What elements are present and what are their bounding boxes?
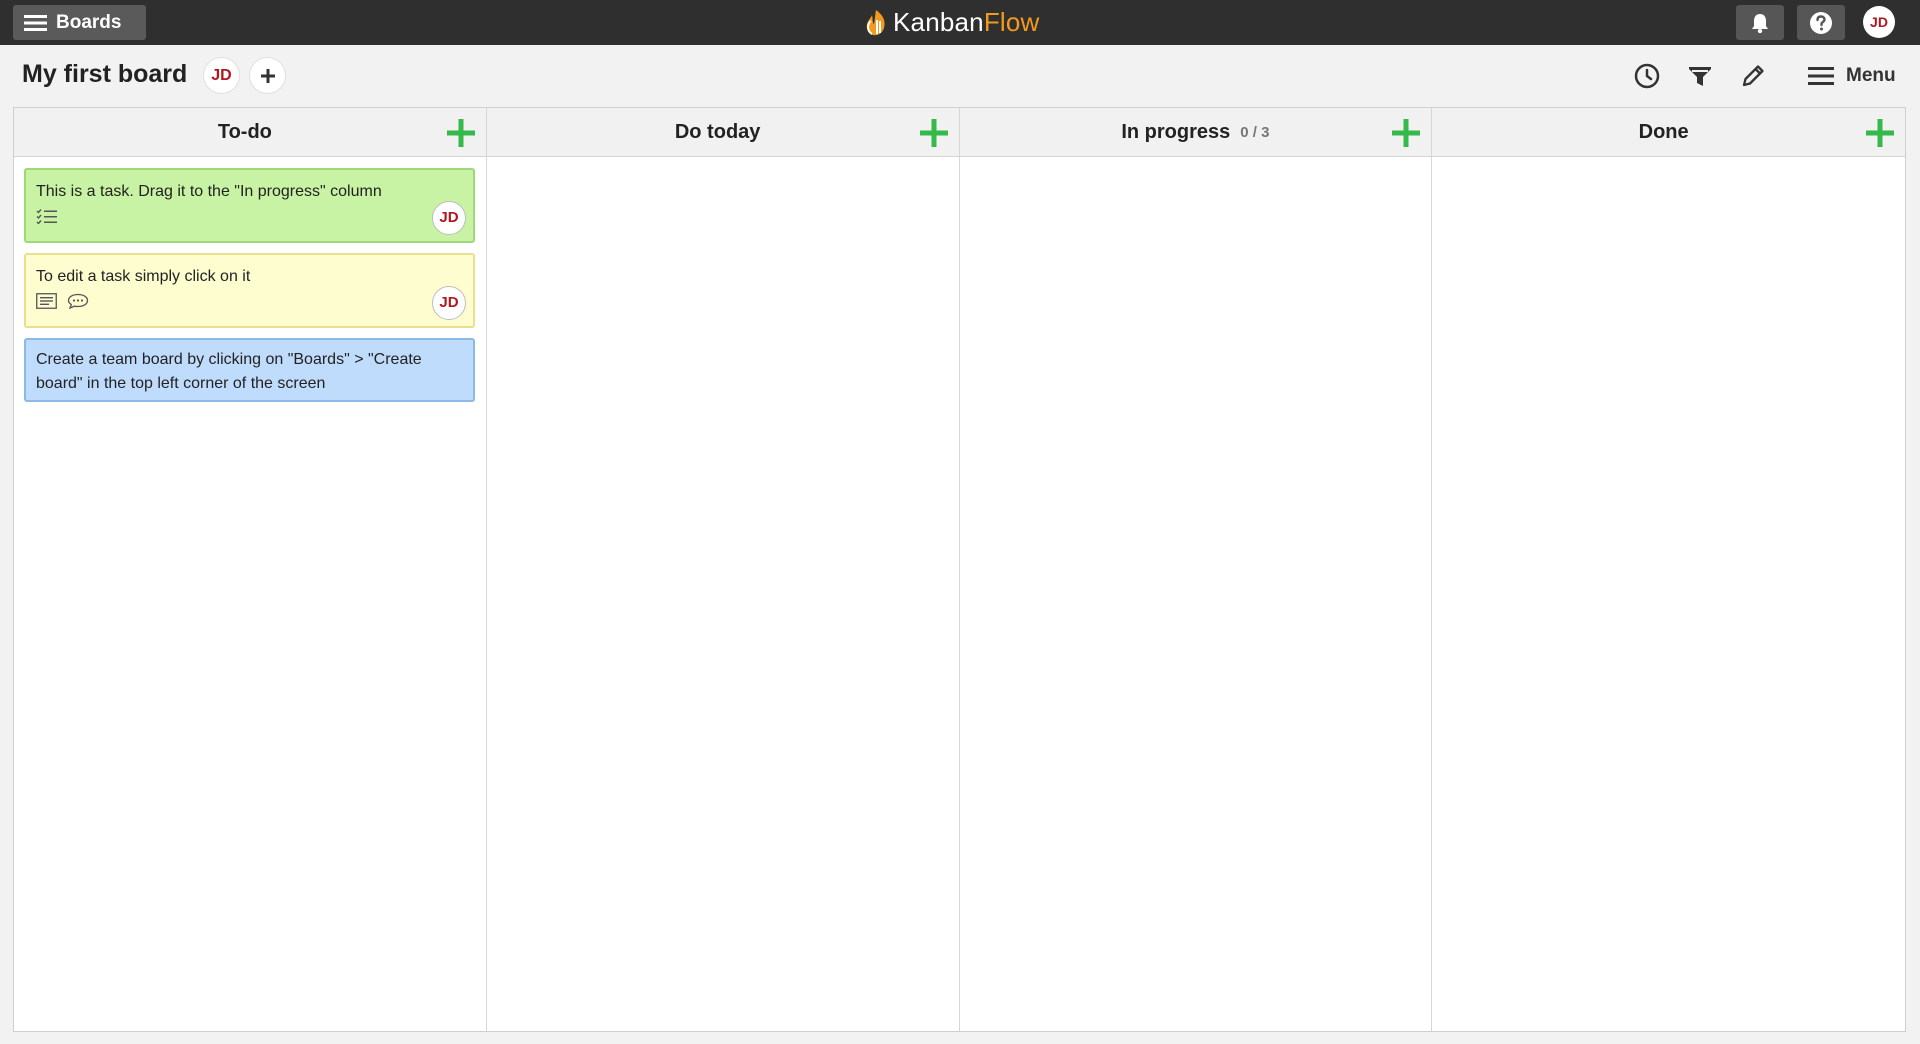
column-done[interactable]: Done [1432, 108, 1905, 1031]
top-bar: Boards Kanban Flow JD [0, 0, 1920, 45]
logo-text-kanban: Kanban [893, 7, 984, 37]
task-card[interactable]: Create a team board by clicking on "Boar… [24, 338, 475, 402]
task-icons [36, 206, 463, 226]
flame-icon [866, 9, 885, 35]
plus-icon [446, 119, 475, 147]
comment-icon [67, 293, 89, 309]
task-text: To edit a task simply click on it [36, 268, 251, 285]
add-task-button[interactable] [1391, 118, 1421, 148]
column-wip-limit: 0 / 3 [1240, 123, 1270, 141]
column-header: In progress 0 / 3 [959, 108, 1432, 157]
column-name[interactable]: Done [1639, 121, 1689, 144]
plus-icon [1866, 119, 1894, 147]
boards-button-label: Boards [56, 11, 122, 33]
add-task-button[interactable] [446, 118, 476, 148]
add-task-button[interactable] [919, 118, 949, 148]
logo-text-flow: Flow [983, 7, 1040, 37]
boards-button[interactable]: Boards [13, 5, 146, 40]
add-task-button[interactable] [1865, 118, 1895, 148]
column-name[interactable]: Do today [675, 121, 761, 144]
task-assignee-avatar[interactable]: JD [432, 286, 466, 320]
task-card[interactable]: To edit a task simply click on it JD [24, 253, 475, 328]
kanbanflow-logo[interactable]: Kanban Flow [863, 6, 1040, 39]
column-to-do[interactable]: To-do This is a task. Drag it to the "In… [14, 108, 487, 1031]
clock-icon [1634, 63, 1660, 89]
plus-icon [1392, 119, 1421, 147]
help-icon [1810, 11, 1832, 34]
time-tracking-button[interactable] [1632, 61, 1662, 91]
subtasks-icon [36, 208, 58, 224]
edit-board-button[interactable] [1738, 61, 1768, 91]
filter-icon [1689, 67, 1711, 86]
task-text: This is a task. Drag it to the "In progr… [36, 183, 382, 200]
user-avatar[interactable]: JD [1863, 6, 1895, 38]
column-name[interactable]: In progress [1121, 121, 1230, 144]
column-in-progress[interactable]: In progress 0 / 3 [959, 108, 1433, 1031]
board-member-avatar[interactable]: JD [203, 57, 240, 94]
filter-button[interactable] [1685, 61, 1715, 91]
kanban-board: To-do This is a task. Drag it to the "In… [13, 107, 1906, 1032]
plus-icon [260, 68, 275, 83]
column-name[interactable]: To-do [218, 121, 272, 144]
plus-icon [919, 119, 948, 147]
hamburger-icon [24, 14, 47, 31]
hamburger-icon [1808, 67, 1834, 85]
description-icon [36, 293, 57, 309]
notifications-button[interactable] [1736, 5, 1784, 40]
column-header: To-do [14, 108, 486, 157]
column-header: Do today [486, 108, 959, 157]
task-text: Create a team board by clicking on "Boar… [36, 351, 422, 392]
task-card[interactable]: This is a task. Drag it to the "In progr… [24, 168, 475, 243]
task-assignee-avatar[interactable]: JD [432, 201, 466, 235]
help-button[interactable] [1797, 5, 1845, 40]
board-title[interactable]: My first board [22, 60, 187, 89]
board-menu-button[interactable]: Menu [1808, 61, 1896, 91]
column-header: Done [1432, 108, 1905, 157]
add-member-button[interactable] [249, 57, 286, 94]
bell-icon [1752, 13, 1768, 33]
column-do-today[interactable]: Do today [486, 108, 960, 1031]
pencil-icon [1742, 65, 1764, 87]
menu-label: Menu [1846, 65, 1896, 86]
task-icons [36, 291, 463, 311]
